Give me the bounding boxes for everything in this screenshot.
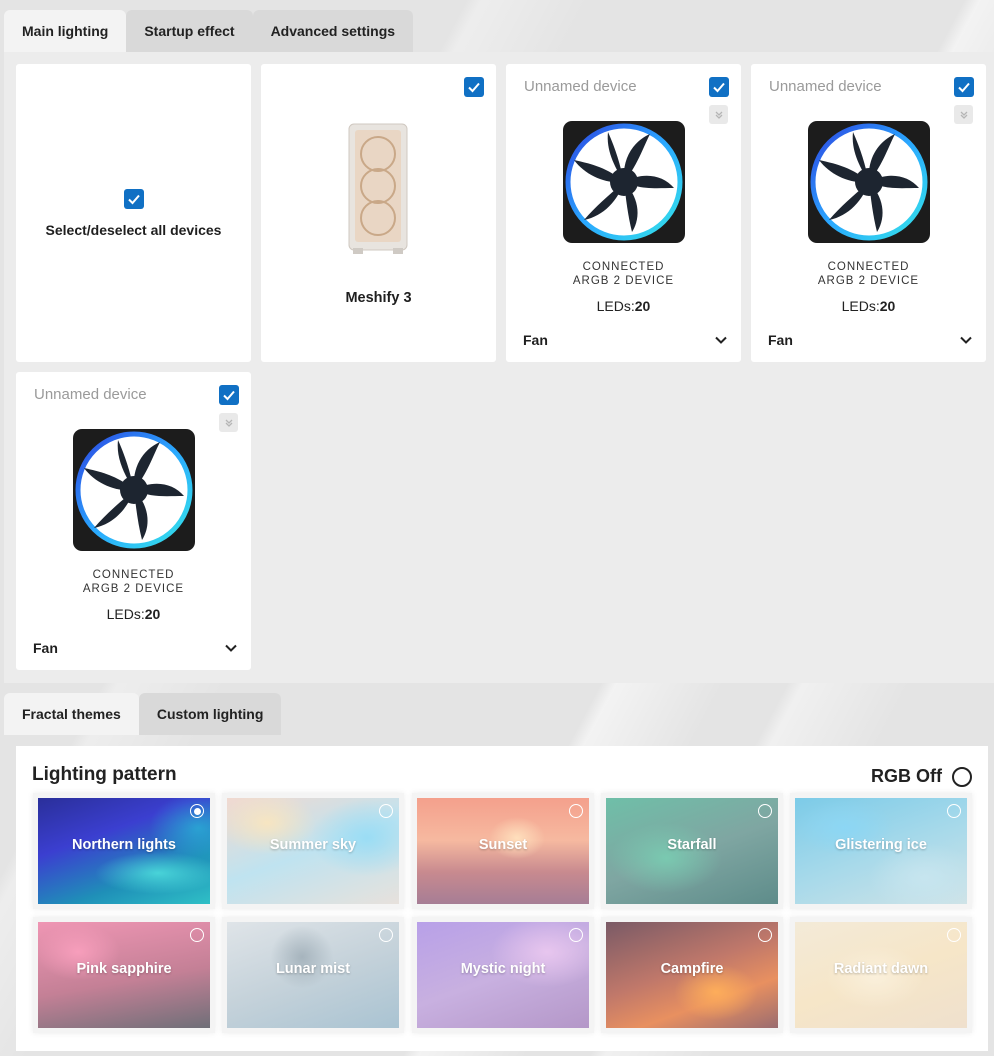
- device-checkbox[interactable]: [709, 77, 729, 97]
- device-name: Unnamed device: [34, 386, 147, 403]
- tab-custom-lighting[interactable]: Custom lighting: [138, 693, 282, 735]
- select-all-checkbox[interactable]: [124, 189, 144, 209]
- rgb-off-option[interactable]: RGB Off: [871, 766, 972, 787]
- case-image: [348, 123, 408, 254]
- device-checkbox[interactable]: [954, 77, 974, 97]
- case-device-checkbox[interactable]: [464, 77, 484, 97]
- theme-radio[interactable]: [190, 928, 204, 942]
- rgb-off-radio[interactable]: [952, 766, 972, 787]
- theme-radio[interactable]: [569, 928, 583, 942]
- theme-card-radiant-dawn[interactable]: Radiant dawn: [790, 917, 972, 1033]
- tab-advanced-settings[interactable]: Advanced settings: [252, 10, 414, 52]
- lighting-pattern-title: Lighting pattern: [32, 764, 177, 785]
- fan-type-dropdown[interactable]: Fan: [33, 640, 237, 656]
- case-device-card[interactable]: Meshify 3: [261, 64, 496, 362]
- tab-main-lighting[interactable]: Main lighting: [4, 10, 127, 52]
- device-checkbox[interactable]: [219, 385, 239, 405]
- fan-type-dropdown[interactable]: Fan: [523, 332, 727, 348]
- fan-image: [563, 121, 685, 243]
- device-type-text: CONNECTED ARGB 2 DEVICE: [817, 261, 920, 287]
- tab-fractal-themes[interactable]: Fractal themes: [4, 693, 139, 735]
- device-name: Unnamed device: [769, 78, 882, 95]
- devices-panel: Select/deselect all devices Meshify 3 Un…: [4, 52, 994, 683]
- theme-card-pink-sapphire[interactable]: Pink sapphire: [33, 917, 215, 1033]
- chevrons-down-icon: [960, 111, 967, 119]
- theme-card-mystic-night[interactable]: Mystic night: [412, 917, 594, 1033]
- main-tabbar: Main lighting Startup effect Advanced se…: [4, 10, 414, 52]
- checkmark-icon: [223, 390, 235, 401]
- device-type-text: CONNECTED ARGB 2 DEVICE: [82, 569, 185, 595]
- fan-device-card[interactable]: Unnamed device CONNECTED ARGB 2 DEVICE L…: [16, 372, 251, 670]
- theme-label: Radiant dawn: [833, 961, 929, 977]
- fan-type-dropdown[interactable]: Fan: [768, 332, 972, 348]
- theme-card-northern-lights[interactable]: Northern lights: [33, 793, 215, 909]
- lighting-pattern-panel: Lighting pattern RGB Off Northern lights…: [16, 746, 988, 1051]
- fan-image: [73, 429, 195, 551]
- theme-radio[interactable]: [947, 804, 961, 818]
- leds-count: LEDs:20: [106, 606, 161, 622]
- chevron-down-icon: [715, 336, 727, 344]
- case-device-name: Meshify 3: [345, 290, 412, 306]
- theme-label: Northern lights: [72, 837, 176, 853]
- fan-type-label: Fan: [33, 640, 58, 656]
- theme-label: Sunset: [478, 837, 528, 853]
- theme-radio[interactable]: [379, 928, 393, 942]
- theme-label: Mystic night: [460, 961, 546, 977]
- chevrons-down-icon: [225, 419, 232, 427]
- select-all-label: Select/deselect all devices: [45, 222, 222, 238]
- checkmark-icon: [713, 82, 725, 93]
- theme-card-glistering-ice[interactable]: Glistering ice: [790, 793, 972, 909]
- fan-type-label: Fan: [523, 332, 548, 348]
- collapse-button[interactable]: [709, 105, 728, 124]
- device-type-text: CONNECTED ARGB 2 DEVICE: [572, 261, 675, 287]
- collapse-button[interactable]: [954, 105, 973, 124]
- select-all-card[interactable]: Select/deselect all devices: [16, 64, 251, 362]
- theme-label: Campfire: [660, 961, 724, 977]
- fan-image: [808, 121, 930, 243]
- leds-count: LEDs:20: [596, 298, 651, 314]
- leds-count: LEDs:20: [841, 298, 896, 314]
- theme-label: Starfall: [667, 837, 717, 853]
- checkmark-icon: [468, 82, 480, 93]
- theme-radio[interactable]: [569, 804, 583, 818]
- fan-device-card[interactable]: Unnamed device CONNECTED ARGB 2 DEVICE L…: [506, 64, 741, 362]
- theme-label: Lunar mist: [275, 961, 351, 977]
- fan-type-label: Fan: [768, 332, 793, 348]
- checkmark-icon: [128, 194, 140, 205]
- theme-radio[interactable]: [758, 804, 772, 818]
- theme-radio[interactable]: [758, 928, 772, 942]
- checkmark-icon: [958, 82, 970, 93]
- chevron-down-icon: [225, 644, 237, 652]
- theme-radio-selected[interactable]: [190, 804, 204, 818]
- chevron-down-icon: [960, 336, 972, 344]
- theme-card-summer-sky[interactable]: Summer sky: [222, 793, 404, 909]
- theme-radio[interactable]: [379, 804, 393, 818]
- theme-label: Glistering ice: [835, 837, 927, 853]
- lighting-tabbar: Fractal themes Custom lighting: [4, 693, 282, 735]
- theme-card-campfire[interactable]: Campfire: [601, 917, 783, 1033]
- theme-radio[interactable]: [947, 928, 961, 942]
- fan-device-card[interactable]: Unnamed device CONNECTED ARGB 2 DEVICE L…: [751, 64, 986, 362]
- theme-card-lunar-mist[interactable]: Lunar mist: [222, 917, 404, 1033]
- rgb-off-label: RGB Off: [871, 766, 942, 786]
- chevrons-down-icon: [715, 111, 722, 119]
- theme-card-starfall[interactable]: Starfall: [601, 793, 783, 909]
- theme-label: Pink sapphire: [76, 961, 172, 977]
- theme-card-sunset[interactable]: Sunset: [412, 793, 594, 909]
- theme-label: Summer sky: [269, 837, 357, 853]
- collapse-button[interactable]: [219, 413, 238, 432]
- device-name: Unnamed device: [524, 78, 637, 95]
- tab-startup-effect[interactable]: Startup effect: [126, 10, 253, 52]
